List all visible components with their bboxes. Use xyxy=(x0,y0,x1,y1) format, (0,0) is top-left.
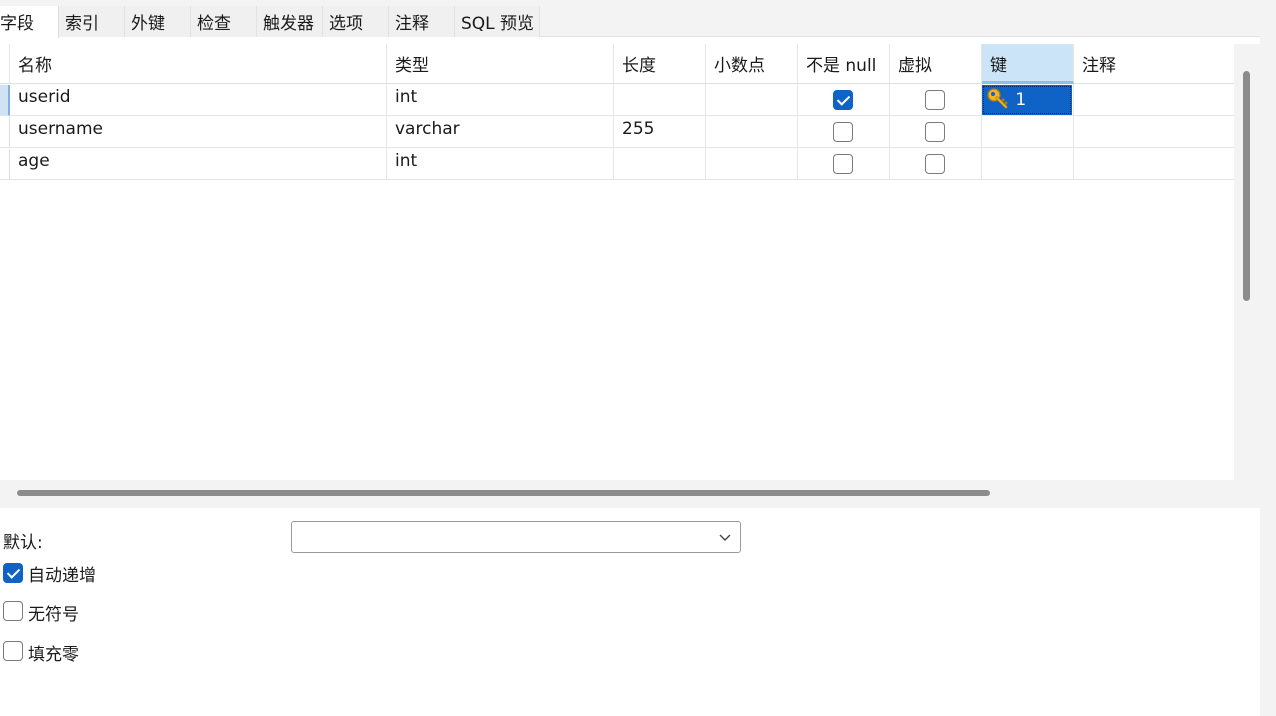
zerofill-label: 填充零 xyxy=(28,645,79,665)
column-header-decimals[interactable]: 小数点 xyxy=(706,44,798,84)
not-null-checkbox[interactable] xyxy=(833,122,853,142)
vertical-scrollbar[interactable] xyxy=(1234,44,1260,480)
field-decimals-cell[interactable] xyxy=(706,84,798,116)
virtual-checkbox[interactable] xyxy=(925,122,945,142)
field-type-cell[interactable]: varchar xyxy=(387,116,614,148)
fields-grid: 名称 类型 长度 小数点 不是 null 虚拟 键 注释 userid int … xyxy=(0,44,1234,480)
auto-increment-checkbox[interactable] xyxy=(3,563,23,583)
vertical-scrollbar-thumb[interactable] xyxy=(1243,71,1250,301)
unsigned-label: 无符号 xyxy=(28,605,79,625)
virtual-checkbox[interactable] xyxy=(925,154,945,174)
field-properties-panel: 默认: 自动递增 无符号 填充零 xyxy=(0,508,1260,716)
field-key-cell[interactable]: 1 xyxy=(982,85,1072,115)
field-virtual-cell xyxy=(890,84,982,116)
column-header-type[interactable]: 类型 xyxy=(387,44,614,84)
field-name-cell[interactable]: age xyxy=(10,148,387,180)
field-comment-cell[interactable] xyxy=(1074,148,1234,180)
tab-sql-preview[interactable]: SQL 预览 xyxy=(455,6,540,37)
table-row[interactable]: userid int 1 xyxy=(0,84,1234,116)
not-null-checkbox[interactable] xyxy=(833,90,853,110)
field-virtual-cell xyxy=(890,116,982,148)
virtual-checkbox[interactable] xyxy=(925,90,945,110)
field-name-cell[interactable]: username xyxy=(10,116,387,148)
field-length-cell[interactable] xyxy=(614,148,706,180)
window-edge xyxy=(1260,0,1276,716)
horizontal-scrollbar-thumb[interactable] xyxy=(17,490,990,496)
field-length-cell[interactable]: 255 xyxy=(614,116,706,148)
column-header-name[interactable]: 名称 xyxy=(10,44,387,84)
tab-checks[interactable]: 检查 xyxy=(191,6,257,37)
tab-fields[interactable]: 字段 xyxy=(0,6,59,38)
tab-bar: 字段 索引 外键 检查 触发器 选项 注释 SQL 预览 xyxy=(0,0,1276,38)
tab-triggers[interactable]: 触发器 xyxy=(257,6,323,37)
field-not-null-cell xyxy=(798,84,890,116)
row-marker[interactable] xyxy=(0,149,10,180)
tab-indexes[interactable]: 索引 xyxy=(59,6,125,37)
table-row[interactable]: username varchar 255 xyxy=(0,116,1234,148)
tab-foreign-keys[interactable]: 外键 xyxy=(125,6,191,37)
default-dropdown[interactable] xyxy=(291,521,741,553)
field-virtual-cell xyxy=(890,148,982,180)
field-name-cell[interactable]: userid xyxy=(10,84,387,116)
field-not-null-cell xyxy=(798,148,890,180)
field-comment-cell[interactable] xyxy=(1074,84,1234,116)
zerofill-checkbox[interactable] xyxy=(3,641,23,661)
column-header-virtual[interactable]: 虚拟 xyxy=(890,44,982,84)
field-type-cell[interactable]: int xyxy=(387,84,614,116)
horizontal-scrollbar[interactable] xyxy=(0,480,1260,508)
column-header-comment[interactable]: 注释 xyxy=(1074,44,1234,84)
field-decimals-cell[interactable] xyxy=(706,116,798,148)
column-header-length[interactable]: 长度 xyxy=(614,44,706,84)
field-type-cell[interactable]: int xyxy=(387,148,614,180)
field-comment-cell[interactable] xyxy=(1074,116,1234,148)
table-row[interactable]: age int xyxy=(0,148,1234,180)
column-header-not-null[interactable]: 不是 null xyxy=(798,44,890,84)
row-marker[interactable] xyxy=(0,85,10,116)
field-length-cell[interactable] xyxy=(614,84,706,116)
field-decimals-cell[interactable] xyxy=(706,148,798,180)
default-label: 默认: xyxy=(3,533,43,553)
unsigned-checkbox[interactable] xyxy=(3,601,23,621)
row-marker[interactable] xyxy=(0,117,10,148)
tab-comment[interactable]: 注释 xyxy=(389,6,455,37)
row-header-corner xyxy=(0,44,10,84)
not-null-checkbox[interactable] xyxy=(833,154,853,174)
tab-options[interactable]: 选项 xyxy=(323,6,389,37)
chevron-down-icon xyxy=(719,534,731,541)
column-header-key[interactable]: 键 xyxy=(982,44,1074,84)
key-icon xyxy=(987,88,1008,109)
field-key-cell[interactable] xyxy=(982,148,1074,180)
field-not-null-cell xyxy=(798,116,890,148)
field-key-cell[interactable] xyxy=(982,116,1074,148)
auto-increment-label: 自动递增 xyxy=(28,566,96,586)
